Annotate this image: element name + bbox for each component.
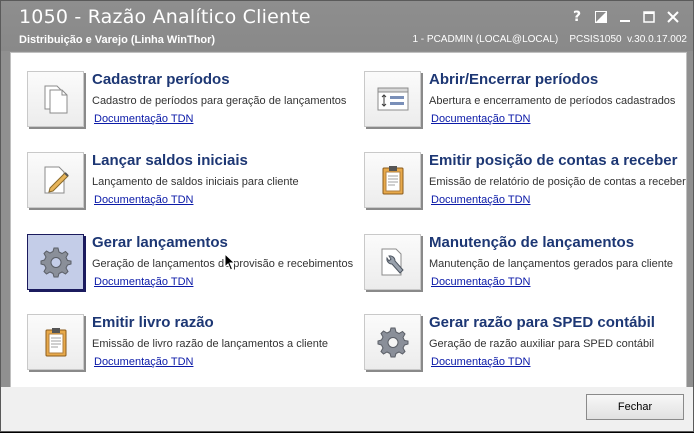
card-title: Emitir posição de contas a receber [429,152,678,169]
card-description: Cadastro de períodos para geração de lan… [92,95,347,107]
card-description: Emissão de relatório de posição de conta… [429,176,686,188]
card-description: Geração de lançamentos de provisão e rec… [92,258,354,270]
card-description: Lançamento de saldos iniciais para clien… [92,176,299,188]
documentation-link[interactable]: Documentação TDN [94,194,193,206]
card-icon-box[interactable] [364,234,421,290]
card-title: Emitir livro razão [92,314,214,331]
card-gerar-razao-sped[interactable]: Gerar razão para SPED contábil Geração d… [357,305,687,375]
help-button[interactable]: ? [565,7,589,27]
card-manutencao-lancamentos[interactable]: Manutenção de lançamentos Manutenção de … [357,225,687,295]
card-gerar-lancamentos[interactable]: Gerar lançamentos Geração de lançamentos… [20,225,354,295]
window-controls: ? [565,7,685,27]
card-icon-box[interactable] [364,152,421,208]
card-title: Manutenção de lançamentos [429,234,635,251]
card-description: Abertura e encerramento de períodos cada… [429,95,676,107]
session-info: 1 - PCADMIN (LOCAL@LOCAL) PCSIS1050 v.30… [412,34,687,45]
card-emitir-posicao-contas[interactable]: Emitir posição de contas a receber Emiss… [357,143,687,213]
calendar-period-icon [377,87,408,111]
card-icon-box[interactable] [364,71,421,127]
theme-button[interactable] [589,7,613,27]
clipboard-icon [45,328,66,357]
menu-panel: Cadastrar períodos Cadastro de períodos … [10,52,687,388]
card-title: Abrir/Encerrar períodos [429,71,599,88]
gear-icon [377,327,408,358]
card-icon-box[interactable] [27,152,84,208]
contrast-icon [595,11,607,23]
card-title: Gerar lançamentos [92,234,228,251]
close-icon [667,11,679,23]
documentation-link[interactable]: Documentação TDN [94,356,193,368]
documentation-link[interactable]: Documentação TDN [431,113,530,125]
card-lancar-saldos-iniciais[interactable]: Lançar saldos iniciais Lançamento de sal… [20,143,350,213]
documentation-link[interactable]: Documentação TDN [431,276,530,288]
minimize-icon [620,20,630,22]
help-icon: ? [572,9,582,25]
card-abrir-encerrar-periodos[interactable]: Abrir/Encerrar períodos Abertura e encer… [357,62,687,132]
card-emitir-livro-razao[interactable]: Emitir livro razão Emissão de livro razã… [20,305,350,375]
documentation-link[interactable]: Documentação TDN [94,113,193,125]
card-icon-box[interactable] [364,314,421,370]
window-subtitle: Distribuição e Varejo (Linha WinThor) [19,34,216,46]
close-button[interactable]: Fechar [586,394,684,420]
wrench-document-icon [381,248,404,276]
title-bar[interactable]: 1050 - Razão Analítico Cliente Distribui… [1,1,693,51]
card-title: Gerar razão para SPED contábil [429,314,655,331]
maximize-icon [643,11,655,23]
documentation-link[interactable]: Documentação TDN [431,194,530,206]
card-icon-box[interactable] [27,234,84,290]
card-icon-box[interactable] [27,314,84,370]
clipboard-icon [382,166,403,195]
card-description: Geração de razão auxiliar para SPED cont… [429,338,655,350]
maximize-button[interactable] [637,7,661,27]
edit-document-icon [44,166,69,194]
documents-icon [44,85,67,114]
window-title: 1050 - Razão Analítico Cliente [19,6,311,28]
close-window-button[interactable] [661,7,685,27]
card-icon-box[interactable] [27,71,84,127]
card-description: Manutenção de lançamentos gerados para c… [429,258,673,270]
minimize-button[interactable] [613,7,637,27]
card-description: Emissão de livro razão de lançamentos a … [92,338,329,350]
documentation-link[interactable]: Documentação TDN [94,276,193,288]
mouse-pointer-icon [224,253,236,271]
card-title: Cadastrar períodos [92,71,230,88]
documentation-link[interactable]: Documentação TDN [431,356,530,368]
card-title: Lançar saldos iniciais [92,152,248,169]
gear-icon [40,247,71,278]
card-cadastrar-periodos[interactable]: Cadastrar períodos Cadastro de períodos … [20,62,350,132]
app-window: 1050 - Razão Analítico Cliente Distribui… [0,0,694,432]
